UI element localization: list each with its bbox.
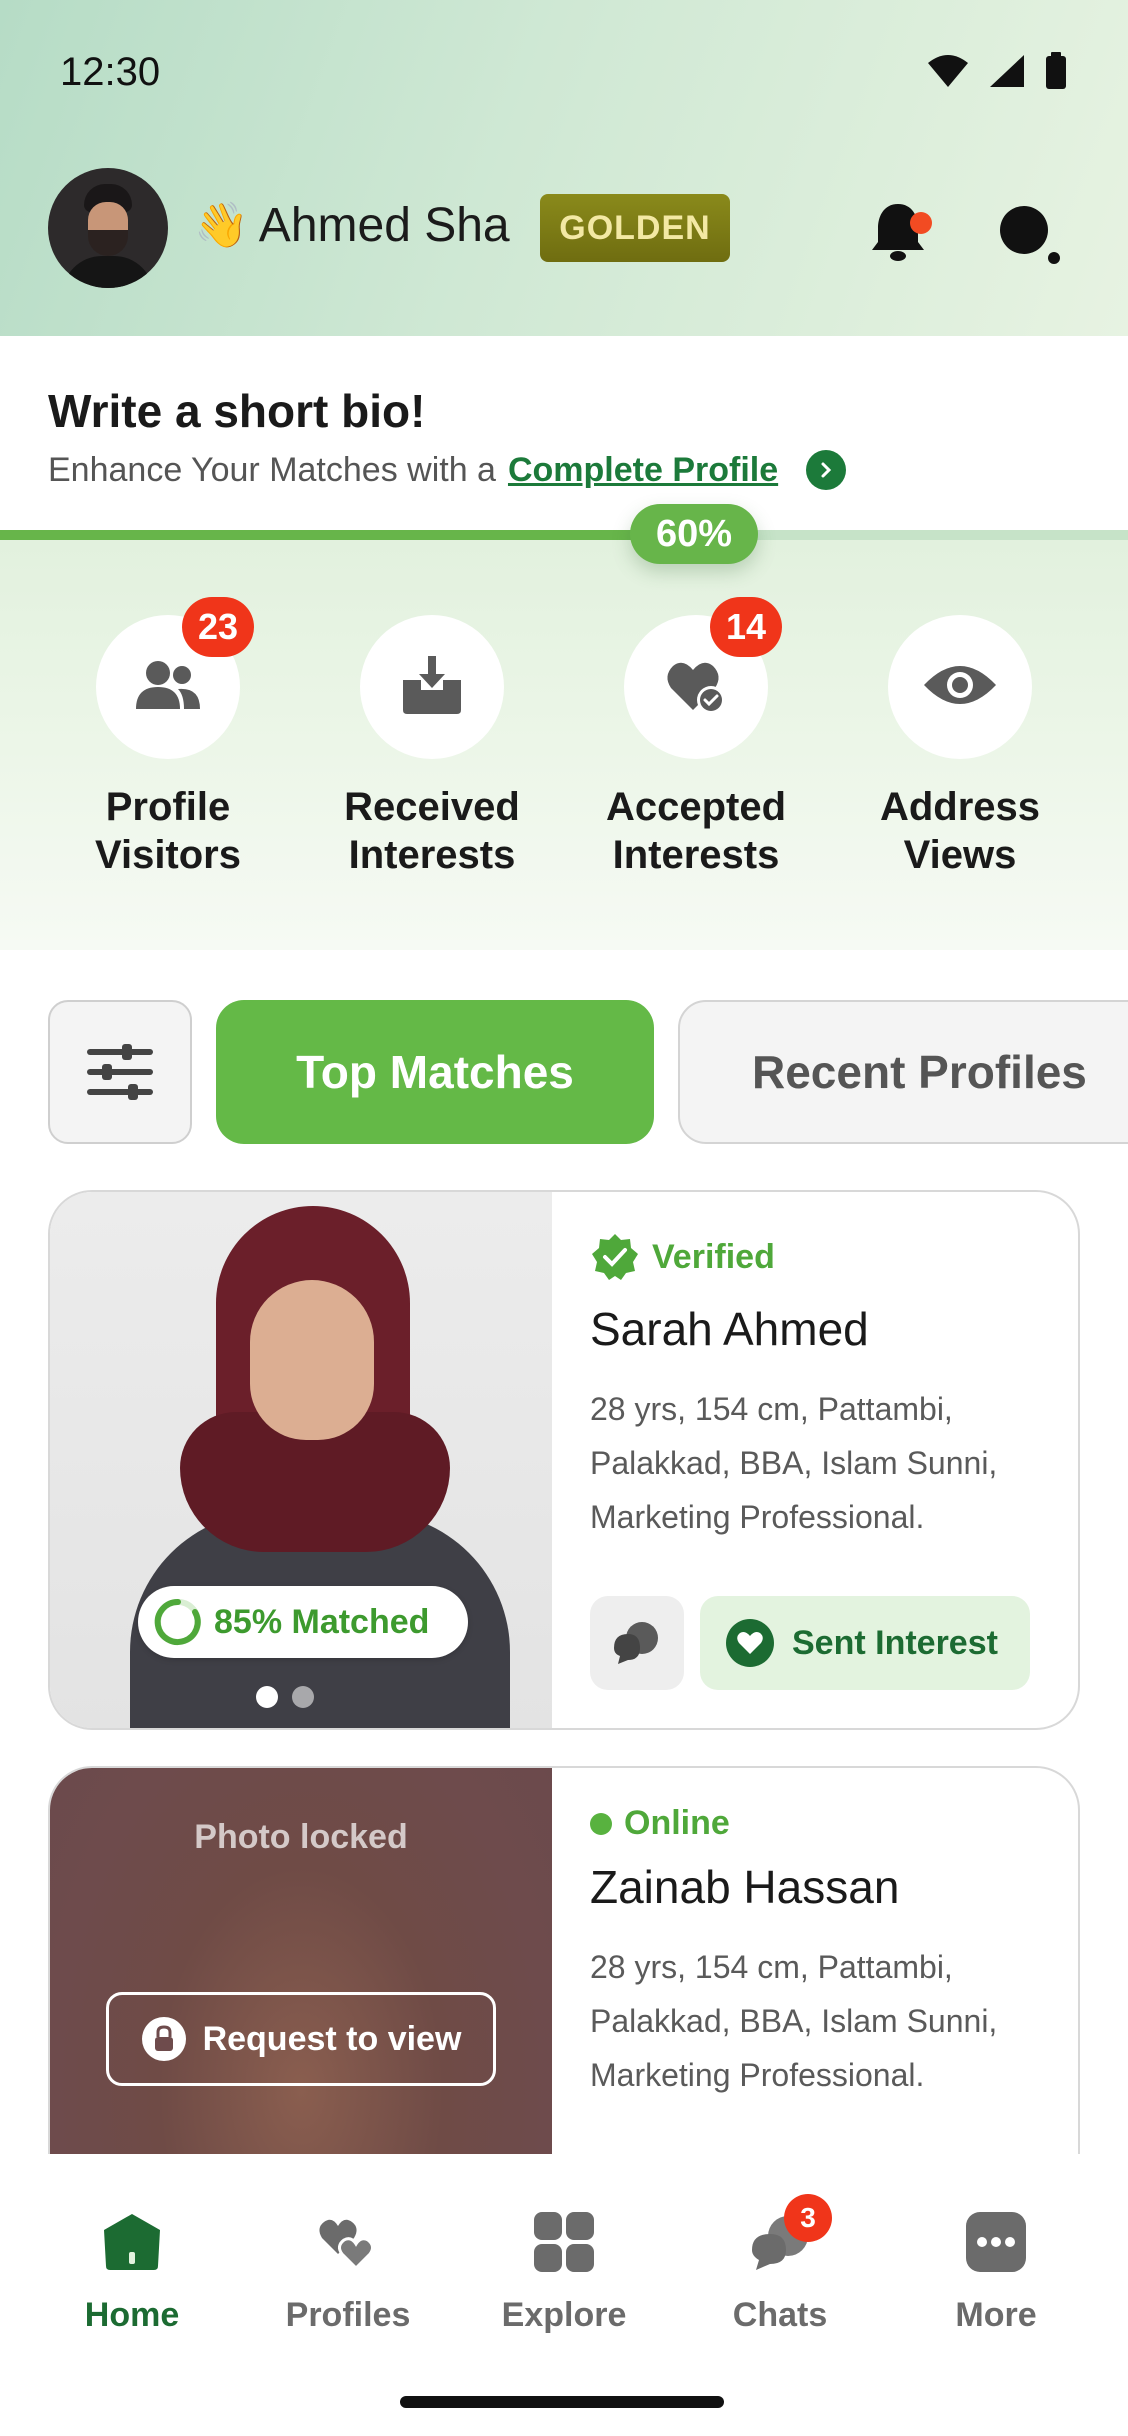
match-badge: 85% Matched <box>138 1586 468 1658</box>
lock-icon <box>141 2017 186 2061</box>
verified-label: Verified <box>652 1237 775 1276</box>
notification-dot <box>910 212 932 234</box>
profile-photo[interactable]: 85% Matched <box>50 1192 552 1728</box>
greeting: 👋 Ahmed Sha <box>194 198 510 253</box>
profile-progress-fill <box>0 530 677 540</box>
complete-profile-link[interactable]: Complete Profile <box>508 451 778 490</box>
cellular-icon <box>990 55 1024 87</box>
stat-label: Received Interests <box>344 785 520 877</box>
online-status-icon <box>590 1812 612 1835</box>
tab-top-matches[interactable]: Top Matches <box>216 1000 654 1144</box>
bio-subtitle-row: Enhance Your Matches with a Complete Pro… <box>48 450 847 490</box>
home-indicator[interactable] <box>400 2396 724 2408</box>
nav-label: Home <box>84 2296 180 2334</box>
search-icon <box>1000 206 1060 264</box>
nav-profiles[interactable]: Profiles <box>258 2210 438 2335</box>
heart-icon <box>726 1619 774 1667</box>
hearts-icon <box>316 2210 380 2274</box>
stat-icon-circle <box>360 615 504 759</box>
profile-details: 28 yrs, 154 cm, Pattambi, Palakkad, BBA,… <box>590 1391 998 1535</box>
stat-count-badge: 23 <box>182 597 254 657</box>
status-time: 12:30 <box>60 50 161 94</box>
profile-row: 👋 Ahmed Sha GOLDEN <box>48 168 1088 288</box>
home-icon <box>100 2210 164 2274</box>
chat-count-badge: 3 <box>784 2194 832 2242</box>
sliders-icon <box>87 1044 153 1100</box>
header: 12:30 👋 Ahmed Sha GOLDEN <box>0 0 1128 336</box>
stat-accepted-interests[interactable]: 14 Accepted Interests <box>564 597 828 879</box>
nav-label: Profiles <box>285 2296 411 2334</box>
stat-label: Profile Visitors <box>95 785 241 877</box>
sent-interest-label: Sent Interest <box>792 1623 998 1662</box>
wifi-icon <box>928 55 968 87</box>
stat-icon-circle <box>888 615 1032 759</box>
profile-card[interactable]: 85% Matched Verified Sarah Ahmed 28 yrs,… <box>48 1190 1080 1730</box>
stat-count-badge: 14 <box>710 597 782 657</box>
nav-chats[interactable]: 3 Chats <box>690 2194 870 2335</box>
nav-more[interactable]: More <box>906 2210 1086 2335</box>
chat-icon <box>614 1622 658 1664</box>
sent-interest-button[interactable]: Sent Interest <box>700 1596 1030 1690</box>
bio-subtitle: Enhance Your Matches with a <box>48 450 496 489</box>
membership-badge: GOLDEN <box>540 194 730 262</box>
nav-label: Chats <box>732 2296 828 2334</box>
user-name: Ahmed Sha <box>258 199 510 252</box>
stat-icon-circle: 23 <box>96 597 254 759</box>
stat-profile-visitors[interactable]: 23 Profile Visitors <box>36 597 300 879</box>
heart-check-icon <box>663 652 729 723</box>
inbox-download-icon <box>399 652 465 723</box>
tab-recent-profiles[interactable]: Recent Profiles <box>678 1000 1128 1144</box>
search-button[interactable] <box>988 192 1068 272</box>
nav-explore[interactable]: Explore <box>474 2210 654 2335</box>
stat-label: Accepted Interests <box>605 785 787 877</box>
verified-row: Verified <box>590 1232 775 1282</box>
bio-title: Write a short bio! <box>48 385 426 437</box>
eye-icon <box>922 661 998 714</box>
notification-button[interactable] <box>858 192 938 272</box>
profile-name: Sarah Ahmed <box>590 1303 869 1355</box>
bottom-navigation: Home Profiles Explore 3 Chats More <box>0 2154 1128 2436</box>
grid-icon <box>532 2210 596 2274</box>
nav-label: Explore <box>501 2296 627 2334</box>
bio-card[interactable]: Write a short bio! Enhance Your Matches … <box>0 336 1128 532</box>
match-text: 85% Matched <box>214 1602 430 1641</box>
request-to-view-button[interactable]: Request to view <box>106 1992 496 2086</box>
profile-progress-bar <box>0 530 1128 540</box>
match-progress-icon <box>154 1598 201 1645</box>
online-row: Online <box>590 1804 730 1843</box>
status-icons <box>926 52 1068 90</box>
stat-label: Address Views <box>879 785 1041 877</box>
chat-icon: 3 <box>748 2194 832 2274</box>
people-icon <box>134 657 202 718</box>
photo-pagination <box>256 1686 314 1708</box>
status-bar: 12:30 <box>0 0 1128 140</box>
avatar[interactable] <box>48 168 168 288</box>
request-to-view-label: Request to view <box>202 2019 462 2058</box>
stat-address-views[interactable]: Address Views <box>828 615 1092 879</box>
battery-icon <box>1046 52 1066 89</box>
arrow-right-icon[interactable] <box>806 450 847 490</box>
stat-received-interests[interactable]: Received Interests <box>300 615 564 879</box>
verified-badge-icon <box>592 1234 638 1280</box>
online-label: Online <box>624 1804 730 1842</box>
profile-details: 28 yrs, 154 cm, Pattambi, Palakkad, BBA,… <box>590 1949 998 2093</box>
nav-home[interactable]: Home <box>42 2210 222 2335</box>
chat-button[interactable] <box>590 1596 684 1690</box>
nav-label: More <box>955 2296 1037 2334</box>
stats-area: 23 Profile Visitors Received Interests 14 Acce… <box>0 540 1128 950</box>
wave-emoji: 👋 <box>194 200 249 250</box>
profile-progress-label: 60% <box>630 504 758 564</box>
more-icon <box>964 2210 1028 2274</box>
stat-icon-circle: 14 <box>624 597 782 759</box>
filter-button[interactable] <box>48 1000 192 1144</box>
photo-locked-label: Photo locked <box>194 1818 408 1856</box>
profile-name: Zainab Hassan <box>590 1861 900 1913</box>
